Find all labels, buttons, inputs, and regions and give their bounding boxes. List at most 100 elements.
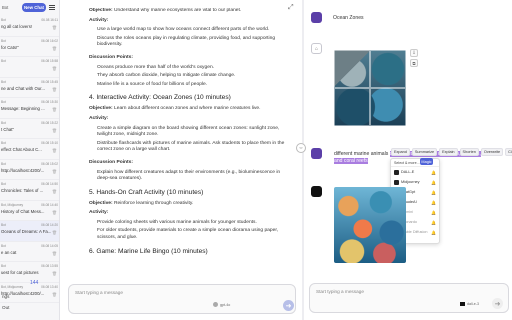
delete-icon[interactable]: 🗑 (52, 128, 57, 133)
paragraph-text: Reinforce learning through creativity. (112, 200, 194, 206)
pane-divider[interactable] (302, 0, 304, 320)
delete-icon[interactable]: 🗑 (52, 230, 57, 235)
paragraph-label: Activity: (89, 115, 109, 121)
app-window: Bot New Chat Bot 06.08 16:11 ng all cat … (0, 0, 512, 320)
new-chat-button[interactable]: New Chat (22, 3, 46, 12)
download-icon[interactable]: ⇩ (410, 49, 418, 57)
chat-meta: Bot, Midjourney 06.08 14:40 (1, 203, 58, 207)
chat-date: 06.08 13:40 (41, 284, 58, 289)
chat-title: History of Chat Mess... (1, 208, 45, 214)
chat-list-item[interactable]: Bot 06.08 15:45 ne and Chat with Our... … (0, 78, 59, 98)
delete-icon[interactable]: 🗑 (52, 189, 57, 194)
model-label-right: dall-e-3 (467, 302, 479, 306)
model-label: gpt-4o (220, 302, 231, 307)
toolbar-overwrite-button[interactable]: Overwrite (480, 148, 504, 156)
chat-list-item[interactable]: Bot 06.08 15:10 effect Chat About C... 🗑 (0, 139, 59, 160)
assistant-message: Objective: Understand why marine ecosyst… (89, 8, 287, 276)
chat-list-item[interactable]: Bot 06.08 16:11 ng all cat lovers! 🗑 (0, 16, 59, 37)
chat-meta: Bot 06.08 16:11 (1, 18, 58, 22)
bullet-item: For older students, provide materials to… (97, 228, 287, 241)
notification-bell-icon[interactable]: 🔔 (431, 190, 436, 195)
notification-bell-icon[interactable]: 🔔 (431, 230, 436, 235)
bullet-list: Oceans produce more than half of the wor… (89, 65, 287, 89)
chat-title: t Chat" (1, 126, 14, 132)
bullet-item: Discuss the roles oceans play in regulat… (97, 36, 287, 49)
ocean-zones-message: Ocean Zones (333, 15, 364, 21)
chat-participants: Bot (1, 161, 6, 166)
chat-date: 06.08 15:58 (41, 59, 58, 63)
chat-meta: Bot 06.08 15:10 (1, 141, 58, 145)
toolbar-explain-button[interactable]: Explain (439, 148, 458, 156)
chat-participants: Bot (1, 264, 6, 268)
chat-date: 06.08 14:40 (41, 202, 58, 207)
generated-image-grid[interactable] (334, 50, 406, 126)
chat-list-item[interactable]: Bot 06.08 15:22 t Chat" 🗑 (0, 119, 59, 139)
bullet-item: Use a large world map to show how oceans… (97, 27, 287, 34)
delete-icon[interactable]: 🗑 (52, 25, 57, 30)
bullet-list: Create a simple diagram on the board sho… (89, 126, 287, 154)
chat-participants: Bot (1, 79, 6, 84)
generated-image-marine[interactable] (334, 187, 406, 263)
model-option[interactable]: DALL-E 🔔 (391, 167, 439, 177)
model-selector[interactable]: gpt-4o (213, 302, 230, 307)
chat-list-item[interactable]: Bot 06.08 14:50 Chronicles: Tales of ...… (0, 180, 59, 201)
delete-icon[interactable]: 🗑 (52, 210, 57, 215)
chat-list-item[interactable]: Bot 06.08 15:30 Message: Beginning ... 🗑 (0, 98, 59, 119)
chat-list-item[interactable]: Bot 06.08 14:05 e an cat 🗑 (0, 242, 59, 262)
chat-meta: Bot 06.08 15:30 (1, 100, 58, 104)
delete-icon[interactable]: 🗑 (52, 87, 57, 92)
delete-icon[interactable]: 🗑 (52, 251, 57, 256)
notification-bell-icon[interactable]: 🔔 (431, 200, 436, 205)
paragraph: Discussion Points: (89, 55, 287, 62)
chat-list-item[interactable]: Bot 06.08 15:02 http://localhost:4200/..… (0, 160, 59, 180)
right-chat-pane: Ocean Zones ⌂ ⇩ ⧉ different marine anima… (305, 0, 512, 320)
delete-icon[interactable]: 🗑 (52, 148, 57, 153)
toolbar-shorten-button[interactable]: Shorten (459, 148, 479, 156)
delete-icon[interactable]: 🗑 (52, 169, 57, 174)
delete-icon[interactable]: 🗑 (52, 271, 57, 276)
logout-link[interactable]: Out (0, 302, 59, 313)
send-button-right[interactable]: ➜ (492, 298, 503, 309)
delete-icon[interactable]: 🗑 (52, 66, 57, 71)
paragraph: Activity: (89, 116, 287, 123)
chat-participants: Bot (1, 100, 6, 104)
notification-bell-icon[interactable]: 🔔 (431, 210, 436, 215)
notification-bell-icon[interactable]: 🔔 (431, 170, 436, 175)
message-input-right[interactable]: Start typing a message dall-e-3 ➜ (309, 283, 509, 313)
send-button[interactable]: ➜ (283, 300, 294, 311)
delete-icon[interactable]: 🗑 (52, 46, 57, 51)
model-option[interactable]: Midjourney 🔔 (391, 177, 439, 187)
chat-date: 06.08 14:05 (41, 243, 58, 248)
notification-bell-icon[interactable]: 🔔 (431, 180, 436, 185)
sidebar-user-label: Bot (2, 5, 9, 10)
chat-list-item[interactable]: Bot 06.08 14:20 Oceans of Dreams: A Fa..… (0, 221, 59, 242)
settings-link[interactable]: ngs (0, 291, 59, 302)
message-input-placeholder: Start typing a message (75, 290, 123, 295)
chat-participants: Bot, Midjourney (1, 284, 24, 289)
chat-title: http://localhost:4200/... (1, 167, 45, 173)
model-selector-right[interactable]: dall-e-3 (460, 302, 479, 306)
chat-list-item[interactable]: Bot 06.08 15:58 🗑 (0, 57, 59, 78)
toolbar-expand-button[interactable]: Expand (391, 148, 410, 156)
dalle-avatar (311, 186, 322, 197)
chat-date: 06.08 13:55 (41, 264, 58, 268)
chat-list-item[interactable]: Bot 06.08 16:02 for Cats!" 🗑 (0, 37, 59, 57)
magic-button[interactable]: Magic (420, 158, 433, 165)
expand-icon[interactable]: ⤢ (288, 4, 296, 12)
message-input[interactable]: Start typing a message gpt-4o ➜ (68, 284, 296, 314)
chat-date: 06.08 15:10 (41, 141, 58, 145)
hamburger-menu-icon[interactable] (49, 4, 55, 10)
chat-participants: Bot (1, 59, 6, 63)
toolbar-clarify-button[interactable]: Clarify (505, 148, 512, 156)
chat-title: Oceans of Dreams: A Fa... (1, 229, 51, 234)
message-input-placeholder: Start typing a message (316, 289, 364, 294)
paragraph-label: Discussion Points: (89, 159, 134, 165)
notification-bell-icon[interactable]: 🔔 (431, 220, 436, 225)
copy-icon[interactable]: ⧉ (410, 59, 418, 67)
toolbar-summarize-button[interactable]: Summarize (411, 148, 438, 156)
chat-list-item[interactable]: Bot, Midjourney 06.08 14:40 History of C… (0, 201, 59, 221)
delete-icon[interactable]: 🗑 (52, 107, 57, 112)
model-logo-icon (394, 179, 399, 185)
chat-participants: Bot (1, 223, 6, 227)
sidebar: Bot New Chat Bot 06.08 16:11 ng all cat … (0, 0, 60, 320)
